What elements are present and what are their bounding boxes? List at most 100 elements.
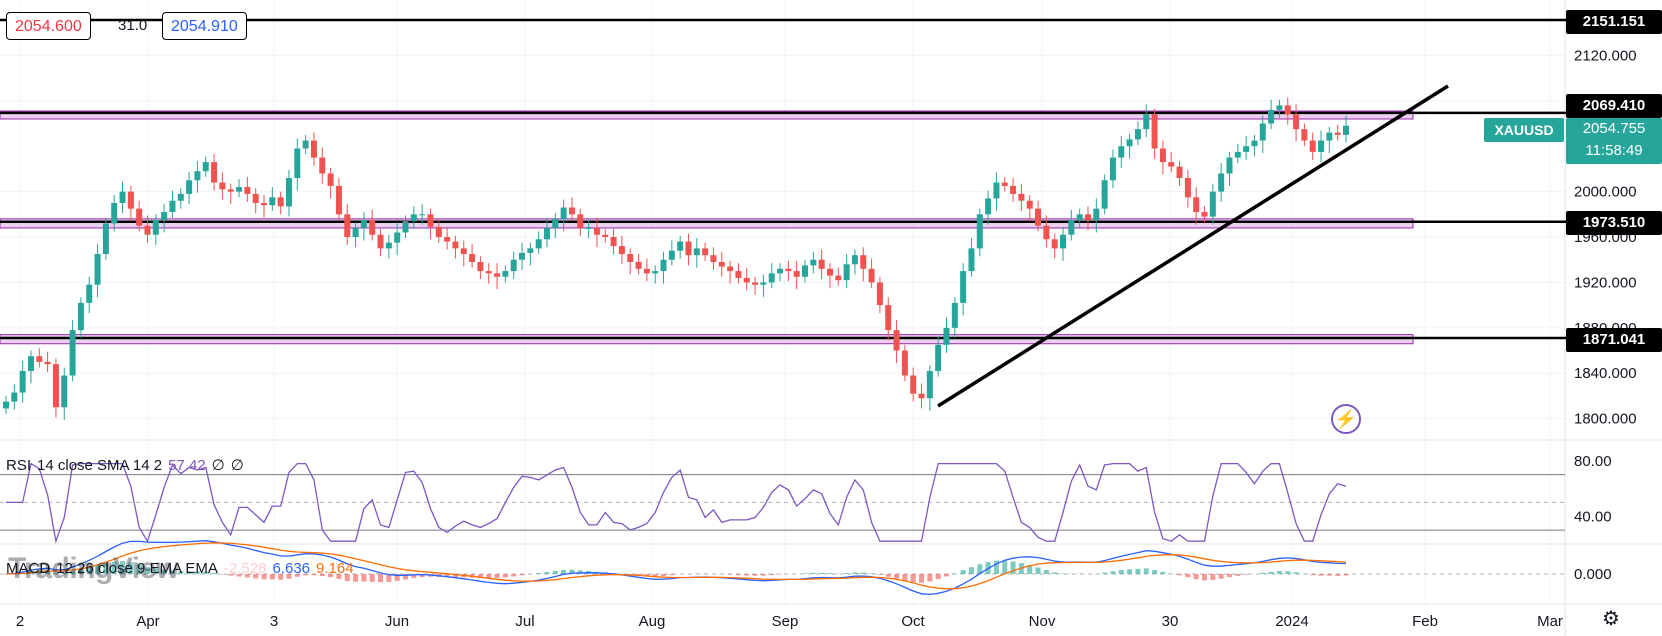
macd-histogram-bar bbox=[1285, 571, 1291, 574]
candle-body bbox=[102, 223, 109, 255]
candle-body bbox=[876, 282, 883, 306]
time-axis-label: Apr bbox=[136, 613, 159, 630]
macd-histogram-bar bbox=[561, 569, 567, 574]
macd-legend[interactable]: MACD 12 26 close 9 EMA EMA -2.528 6.636 9.16… bbox=[6, 560, 360, 577]
time-axis-label: 2 bbox=[16, 613, 24, 630]
candle-body bbox=[552, 218, 559, 228]
macd-histogram-bar bbox=[910, 574, 916, 583]
candle-body bbox=[560, 207, 567, 219]
candle-body bbox=[1259, 123, 1266, 141]
candle-body bbox=[419, 214, 426, 216]
candle-body bbox=[1243, 146, 1250, 152]
chart-stage[interactable]: 2120.0002080.0002000.0001960.0001920.000… bbox=[0, 0, 1662, 636]
last-price-tag: 2054.755 11:58:49 bbox=[1566, 118, 1662, 164]
candle-body bbox=[843, 264, 850, 281]
macd-histogram-bar bbox=[844, 573, 850, 574]
candle-body bbox=[94, 254, 101, 285]
candle-body bbox=[69, 330, 76, 376]
candle-body bbox=[1093, 208, 1100, 220]
candle-body bbox=[269, 197, 276, 206]
candle-body bbox=[677, 241, 684, 251]
candle-body bbox=[369, 220, 376, 235]
macd-histogram-bar bbox=[544, 571, 550, 574]
candle-body bbox=[793, 271, 800, 277]
macd-histogram-bar bbox=[1002, 560, 1008, 574]
candle-body bbox=[460, 248, 467, 255]
candle-body bbox=[435, 226, 442, 238]
candle-body bbox=[1201, 212, 1208, 217]
lightning-icon[interactable]: ⚡ bbox=[1331, 404, 1361, 434]
candle-body bbox=[935, 344, 942, 371]
candle-body bbox=[219, 182, 226, 190]
candle-body bbox=[760, 282, 767, 285]
candle-body bbox=[635, 262, 642, 269]
candle-body bbox=[236, 187, 243, 192]
candle-body bbox=[1168, 162, 1175, 167]
candle-body bbox=[477, 262, 484, 272]
candle-body bbox=[77, 302, 84, 331]
candle-body bbox=[885, 305, 892, 331]
level-tag-1973: 1973.510 bbox=[1566, 211, 1662, 235]
candle-body bbox=[685, 241, 692, 256]
candle-body bbox=[976, 214, 983, 249]
candle-body bbox=[1268, 109, 1275, 124]
time-axis-label: 2024 bbox=[1275, 613, 1308, 630]
candle-body bbox=[410, 214, 417, 222]
settings-gear-icon[interactable]: ⚙ bbox=[1602, 606, 1620, 631]
candle-body bbox=[826, 268, 833, 276]
ask-price-box[interactable]: 2054.910 bbox=[162, 12, 247, 40]
time-axis-label: 30 bbox=[1162, 613, 1179, 630]
macd-histogram-bar bbox=[1118, 569, 1124, 574]
candle-body bbox=[1276, 105, 1283, 110]
chart-canvas[interactable]: 2120.0002080.0002000.0001960.0001920.000… bbox=[0, 0, 1662, 636]
price-axis-label: 1920.000 bbox=[1574, 274, 1637, 291]
candle-body bbox=[510, 259, 517, 272]
macd-histogram-bar bbox=[502, 574, 508, 578]
candle-body bbox=[394, 232, 401, 243]
support-zone-1 bbox=[0, 218, 1414, 229]
candle-body bbox=[111, 202, 118, 224]
candle-body bbox=[319, 157, 326, 174]
candle-body bbox=[535, 239, 542, 249]
candle-body bbox=[1334, 132, 1341, 135]
macd-histogram-bar bbox=[960, 570, 966, 574]
macd-histogram-bar bbox=[952, 573, 958, 574]
candle-body bbox=[702, 248, 709, 256]
macd-histogram-bar bbox=[661, 574, 667, 577]
candle-body bbox=[752, 282, 759, 285]
candle-body bbox=[993, 182, 1000, 199]
macd-histogram-bar bbox=[1185, 574, 1191, 578]
candle-body bbox=[1284, 105, 1291, 115]
candle-body bbox=[901, 350, 908, 376]
macd-signal-value: 9.164 bbox=[316, 560, 354, 577]
candle-body bbox=[1326, 132, 1333, 141]
bid-price-box[interactable]: 2054.600 bbox=[6, 12, 91, 40]
time-axis-label: Nov bbox=[1029, 613, 1056, 630]
candle-body bbox=[1309, 140, 1316, 152]
candle-body bbox=[285, 178, 292, 207]
candle-body bbox=[261, 202, 268, 206]
candle-body bbox=[36, 356, 43, 362]
candle-body bbox=[1226, 157, 1233, 174]
candle-body bbox=[86, 284, 93, 303]
candle-body bbox=[652, 271, 659, 274]
candle-body bbox=[302, 140, 309, 149]
level-tag-2151: 2151.151 bbox=[1566, 10, 1662, 34]
candle-body bbox=[1184, 178, 1191, 198]
candle-body bbox=[1343, 125, 1349, 135]
candle-body bbox=[577, 214, 584, 228]
rsi-legend[interactable]: RSI 14 close SMA 14 2 57.42 ∅ ∅ bbox=[6, 456, 250, 474]
macd-histogram-bar bbox=[369, 574, 375, 582]
bar-countdown: 11:58:49 bbox=[1585, 142, 1643, 159]
macd-histogram-bar bbox=[1218, 574, 1224, 579]
macd-histogram-bar bbox=[877, 574, 883, 575]
candle-body bbox=[1109, 157, 1116, 181]
macd-histogram-bar bbox=[802, 573, 808, 574]
macd-histogram-bar bbox=[1052, 572, 1058, 574]
candle-body bbox=[1126, 139, 1133, 147]
candle-body bbox=[668, 250, 675, 260]
macd-histogram-bar bbox=[927, 574, 933, 582]
rsi-axis-label: 40.00 bbox=[1574, 508, 1612, 525]
candle-body bbox=[494, 273, 501, 277]
macd-histogram-bar bbox=[1010, 561, 1016, 574]
